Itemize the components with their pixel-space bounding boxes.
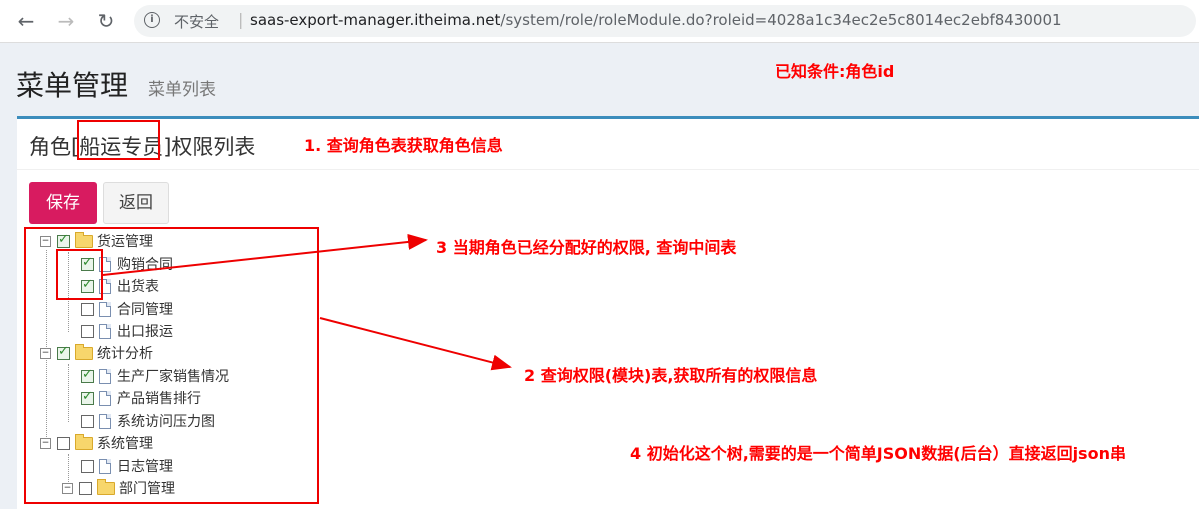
annotation-step1: 1. 查询角色表获取角色信息 <box>304 136 503 155</box>
arrow-step2 <box>319 317 512 371</box>
annotation-known: 已知条件:角色id <box>775 62 895 81</box>
arrow-step3 <box>102 233 428 276</box>
annotation-step4: 4 初始化这个树,需要的是一个简单JSON数据(后台）直接返回json串 <box>630 444 1126 463</box>
annotation-step3: 3 当期角色已经分配好的权限, 查询中间表 <box>436 238 737 257</box>
annotation-step2: 2 查询权限(模块)表,获取所有的权限信息 <box>524 366 818 385</box>
